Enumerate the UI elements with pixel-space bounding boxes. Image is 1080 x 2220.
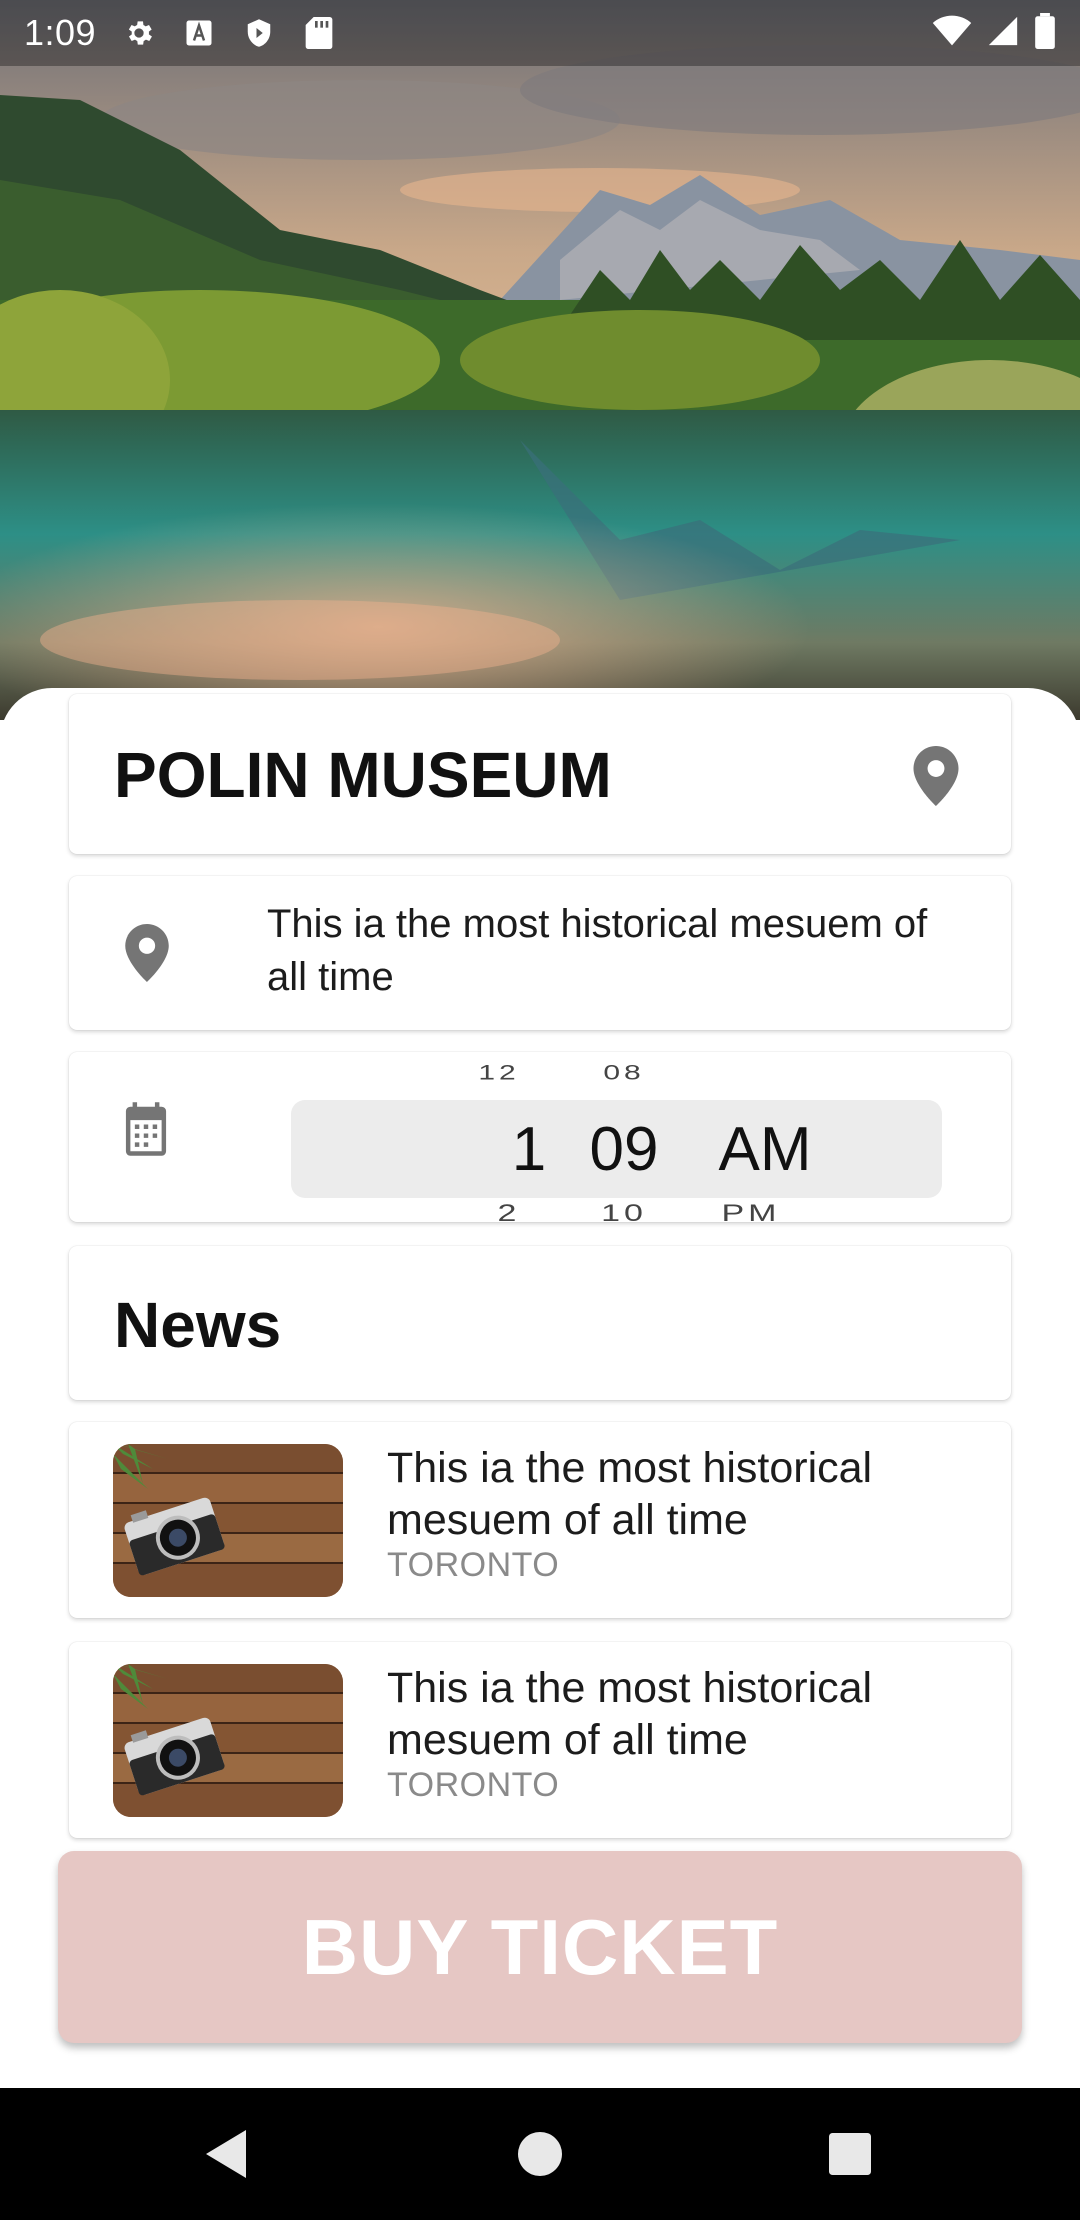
news-title: This ia the most historical mesuem of al…: [387, 1444, 873, 1544]
news-title: This ia the most historical mesuem of al…: [387, 1664, 873, 1764]
signal-icon: [986, 14, 1020, 53]
minute-current[interactable]: 09: [569, 1114, 679, 1185]
battery-icon: [1034, 12, 1056, 54]
a-badge-icon: [182, 16, 216, 50]
location-pin-icon[interactable]: [913, 746, 959, 806]
time-picker-card: 12 1 2 08 09 10 AM PM: [69, 1052, 1011, 1226]
wifi-icon: [932, 15, 972, 52]
recents-icon[interactable]: [818, 2122, 882, 2186]
ampm-current[interactable]: AM: [695, 1114, 835, 1185]
calendar-icon: [125, 1102, 167, 1156]
minute-prev[interactable]: 08: [569, 1061, 679, 1085]
sd-card-icon: [302, 16, 336, 50]
news-item[interactable]: This ia the most historical mesuem of al…: [69, 1642, 1011, 1838]
hour-current[interactable]: 1: [479, 1114, 579, 1185]
hour-next[interactable]: 2: [459, 1200, 559, 1227]
location-pin-icon: [125, 924, 169, 982]
status-time: 1:09: [24, 12, 97, 53]
status-bar: 1:09: [0, 0, 1080, 66]
back-icon[interactable]: [196, 2122, 260, 2186]
ampm-next[interactable]: PM: [681, 1200, 821, 1227]
navigation-bar: [0, 2088, 1080, 2220]
hour-prev[interactable]: 12: [449, 1061, 549, 1085]
description-card: This ia the most historical mesuem of al…: [69, 876, 1011, 1030]
news-thumbnail: [113, 1444, 343, 1597]
shield-icon: [242, 16, 276, 50]
hero-image: [0, 0, 1080, 720]
settings-gear-icon: [122, 16, 156, 50]
news-location: TORONTO: [387, 1766, 560, 1804]
news-heading-card: News: [69, 1246, 1011, 1400]
museum-title: POLIN MUSEUM: [114, 739, 612, 811]
description-text: This ia the most historical mesuem of al…: [267, 902, 928, 999]
buy-ticket-button[interactable]: BUY TICKET: [58, 1851, 1022, 2043]
museum-title-card: POLIN MUSEUM: [69, 694, 1011, 854]
news-heading: News: [114, 1289, 282, 1361]
news-location: TORONTO: [387, 1546, 560, 1584]
minute-next[interactable]: 10: [569, 1200, 679, 1227]
home-icon[interactable]: [508, 2122, 572, 2186]
news-thumbnail: [113, 1664, 343, 1817]
news-item[interactable]: This ia the most historical mesuem of al…: [69, 1422, 1011, 1618]
